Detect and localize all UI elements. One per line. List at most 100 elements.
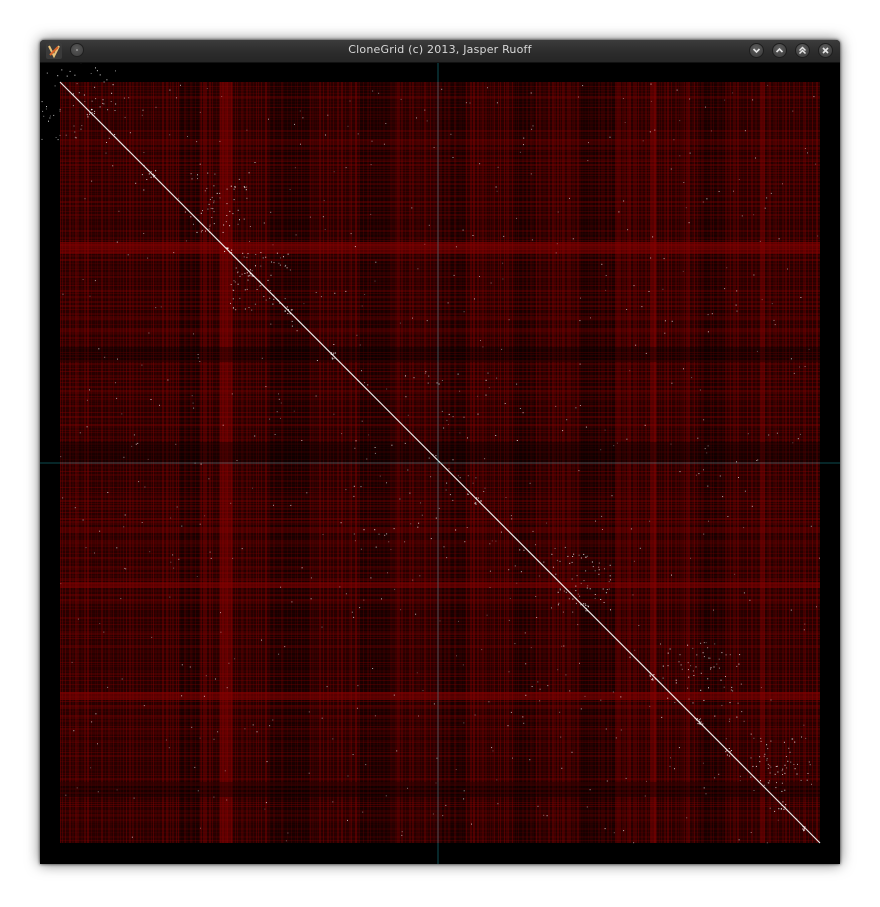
keep-above-button[interactable] xyxy=(795,43,810,58)
row-stripe xyxy=(60,769,820,771)
clone-dot xyxy=(450,133,452,135)
clone-dot xyxy=(81,125,83,127)
clone-dot xyxy=(642,140,644,142)
maximize-button[interactable] xyxy=(772,43,787,58)
clone-dot xyxy=(676,89,678,91)
clone-dot xyxy=(89,295,91,297)
clone-dot xyxy=(127,254,129,256)
row-stripe xyxy=(60,409,820,410)
clone-dot xyxy=(594,598,596,599)
clone-dot xyxy=(370,164,372,166)
clone-dot xyxy=(400,609,402,611)
clone-dot xyxy=(255,254,257,255)
row-stripe xyxy=(60,521,820,523)
clone-dot xyxy=(446,419,448,421)
row-stripe xyxy=(60,276,820,278)
clone-dot xyxy=(467,493,469,495)
clone-dot xyxy=(159,404,160,406)
clone-dot xyxy=(753,737,755,739)
clone-dot xyxy=(452,499,454,501)
clone-dot xyxy=(600,449,602,451)
clone-dot xyxy=(199,737,201,739)
clone-dot xyxy=(441,410,443,412)
row-stripe xyxy=(60,88,820,89)
row-stripe xyxy=(60,420,820,422)
clone-dot xyxy=(216,192,218,194)
clone-dot xyxy=(353,495,355,497)
clone-dot xyxy=(199,523,201,525)
clone-dot xyxy=(199,163,201,165)
clone-dot xyxy=(547,685,549,687)
row-stripe xyxy=(60,332,820,334)
clone-dot xyxy=(777,819,779,821)
clone-dot xyxy=(124,514,126,516)
clone-dot xyxy=(148,332,150,334)
clone-dot xyxy=(535,596,537,597)
close-button[interactable] xyxy=(818,43,833,58)
clone-dot xyxy=(585,604,587,606)
clone-grid-matrix[interactable] xyxy=(40,63,840,864)
clone-dot xyxy=(595,520,596,522)
clone-dot xyxy=(103,103,105,105)
clone-dot xyxy=(322,534,324,535)
clone-dot xyxy=(416,117,417,119)
clone-dot xyxy=(187,136,188,137)
clone-dot xyxy=(452,459,454,461)
clone-dot xyxy=(809,764,811,766)
row-stripe xyxy=(60,662,820,663)
row-dark-band xyxy=(60,347,820,362)
row-stripe xyxy=(60,707,820,709)
clone-dot xyxy=(284,646,286,648)
clone-dot xyxy=(687,687,689,689)
clone-dot xyxy=(750,832,752,833)
row-stripe xyxy=(60,572,820,574)
title-bar[interactable]: CloneGrid (c) 2013, Jasper Ruoff xyxy=(40,40,840,63)
clone-dot xyxy=(559,711,561,713)
clone-dot xyxy=(571,751,573,753)
clone-dot xyxy=(170,517,172,519)
clone-dot xyxy=(197,174,198,176)
row-stripe xyxy=(60,344,820,346)
clone-dot xyxy=(671,320,673,322)
clone-dot xyxy=(386,388,388,390)
clone-dot xyxy=(707,678,709,680)
clone-dot xyxy=(679,654,681,656)
clone-dot xyxy=(443,427,445,429)
row-stripe xyxy=(60,553,820,554)
clone-grid-canvas[interactable] xyxy=(40,63,840,864)
clone-dot xyxy=(374,715,376,717)
minimize-button[interactable] xyxy=(749,43,764,58)
clone-dot xyxy=(97,743,98,745)
clone-dot xyxy=(315,292,317,293)
clone-dot xyxy=(784,772,786,774)
clone-dot xyxy=(219,197,221,199)
clone-dot xyxy=(391,444,393,446)
clone-dot xyxy=(575,602,577,604)
row-stripe xyxy=(60,480,820,482)
clone-dot xyxy=(197,354,199,355)
row-stripe xyxy=(60,155,820,157)
clone-dot xyxy=(333,357,335,359)
clone-dot xyxy=(794,741,796,743)
clone-dot xyxy=(807,152,808,154)
clone-dot xyxy=(438,383,440,385)
clone-dot xyxy=(794,768,796,770)
clone-dot xyxy=(230,185,232,187)
clone-dot xyxy=(204,190,206,192)
clone-dot xyxy=(727,516,729,517)
clone-dot xyxy=(386,482,387,484)
clone-dot xyxy=(347,775,349,777)
clone-dot xyxy=(293,410,295,412)
row-stripe xyxy=(60,266,820,268)
row-stripe xyxy=(60,386,820,388)
clone-dot xyxy=(750,757,752,759)
clone-dot xyxy=(244,308,246,310)
clone-dot xyxy=(609,579,611,581)
clone-dot xyxy=(211,217,213,218)
clone-dot xyxy=(112,165,114,167)
clone-dot xyxy=(725,676,726,677)
clone-dot xyxy=(797,438,799,440)
clone-dot xyxy=(776,782,777,784)
clone-dot xyxy=(522,716,524,718)
clone-dot xyxy=(700,689,702,691)
